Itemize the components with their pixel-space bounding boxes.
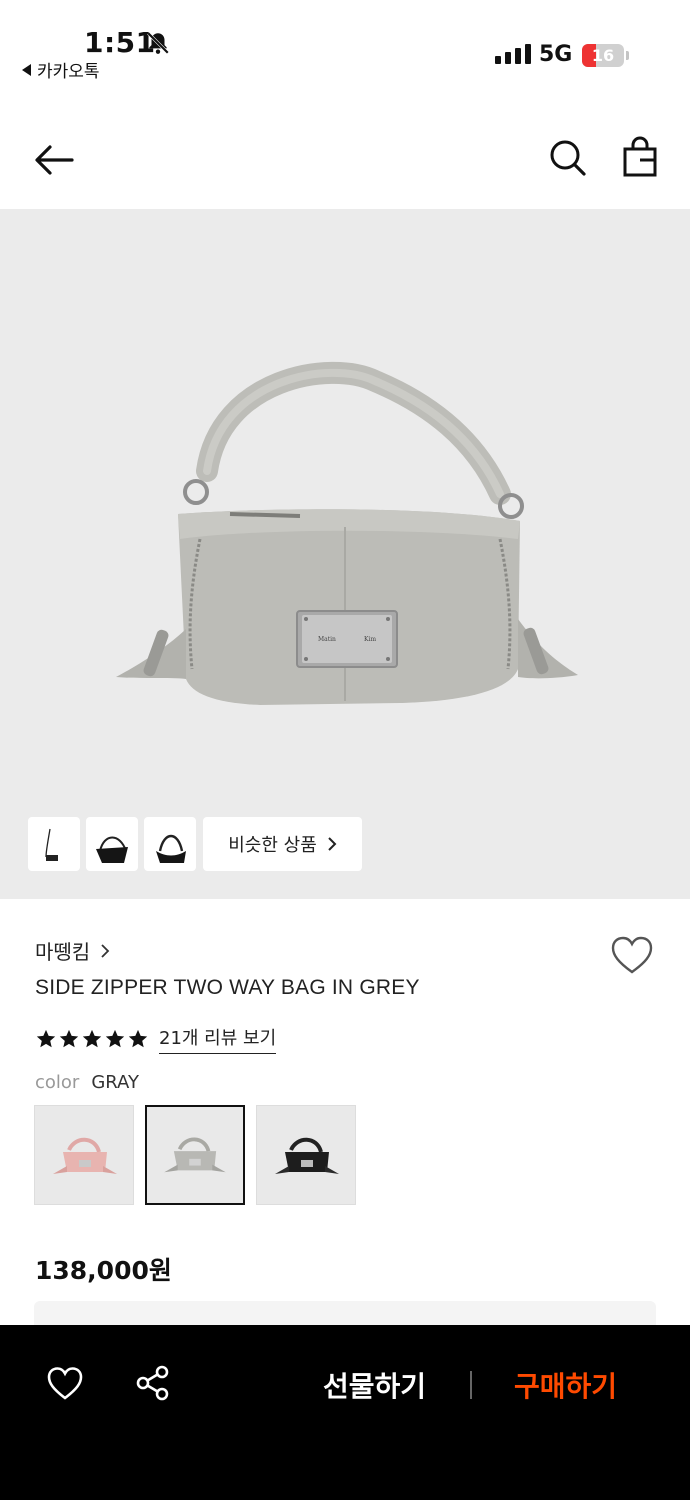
color-row: color GRAY — [35, 1072, 139, 1093]
heart-icon[interactable] — [46, 1365, 84, 1401]
product-image-gallery[interactable]: Matin Kim 비슷한 상품 — [0, 209, 690, 899]
battery-level: 16 — [591, 46, 615, 65]
chevron-right-icon — [101, 943, 110, 958]
color-swatch-pink[interactable] — [34, 1105, 134, 1205]
battery-cap — [626, 51, 629, 60]
buy-button[interactable]: 구매하기 — [514, 1365, 617, 1405]
svg-text:Matin: Matin — [318, 636, 336, 643]
status-bar: 1:51 카카오톡 5G 16 — [0, 0, 690, 90]
gift-button[interactable]: 선물하기 — [323, 1365, 426, 1405]
star-icon — [105, 1029, 125, 1048]
review-link[interactable]: 21개 리뷰 보기 — [159, 1024, 277, 1054]
rating-row: 21개 리뷰 보기 — [35, 1024, 277, 1054]
thumbnail-1[interactable] — [28, 817, 80, 871]
chevron-right-icon — [328, 837, 337, 851]
wishlist-heart-icon[interactable] — [610, 935, 654, 975]
svg-text:Kim: Kim — [364, 636, 376, 643]
back-triangle-icon — [22, 63, 31, 76]
shopping-bag-icon[interactable] — [622, 136, 658, 178]
color-swatches — [34, 1105, 356, 1205]
product-bag-image: Matin Kim — [116, 361, 578, 705]
product-name: SIDE ZIPPER TWO WAY BAG IN GREY — [35, 976, 420, 999]
share-icon[interactable] — [134, 1364, 172, 1402]
search-icon[interactable] — [548, 138, 588, 178]
back-to-app-link[interactable]: 카카오톡 — [22, 57, 100, 82]
thumbnail-3[interactable] — [144, 817, 196, 871]
thumbnail-2[interactable] — [86, 817, 138, 871]
color-value: GRAY — [91, 1072, 139, 1093]
thumbnail-strip — [28, 817, 196, 871]
battery-icon: 16 — [582, 44, 624, 67]
product-price: 138,000원 — [35, 1256, 172, 1285]
network-label: 5G — [539, 42, 573, 67]
signal-icon — [495, 44, 531, 64]
brand-name: 마뗑킴 — [35, 940, 91, 964]
similar-products-label: 비슷한 상품 — [228, 835, 317, 856]
star-icon — [128, 1029, 148, 1048]
star-rating — [35, 1028, 149, 1050]
star-icon — [59, 1029, 79, 1048]
color-swatch-gray[interactable] — [145, 1105, 245, 1205]
bottom-action-bar: 선물하기 구매하기 — [0, 1325, 690, 1500]
star-icon — [36, 1029, 56, 1048]
back-app-label: 카카오톡 — [37, 62, 100, 82]
brand-link[interactable]: 마뗑킴 — [35, 936, 110, 965]
color-label: color — [35, 1072, 80, 1093]
back-arrow-icon[interactable] — [32, 140, 76, 180]
star-icon — [82, 1029, 102, 1048]
similar-products-button[interactable]: 비슷한 상품 — [203, 817, 362, 871]
color-swatch-black[interactable] — [256, 1105, 356, 1205]
top-nav — [0, 110, 690, 208]
bell-muted-icon — [147, 32, 169, 54]
divider — [470, 1371, 472, 1399]
